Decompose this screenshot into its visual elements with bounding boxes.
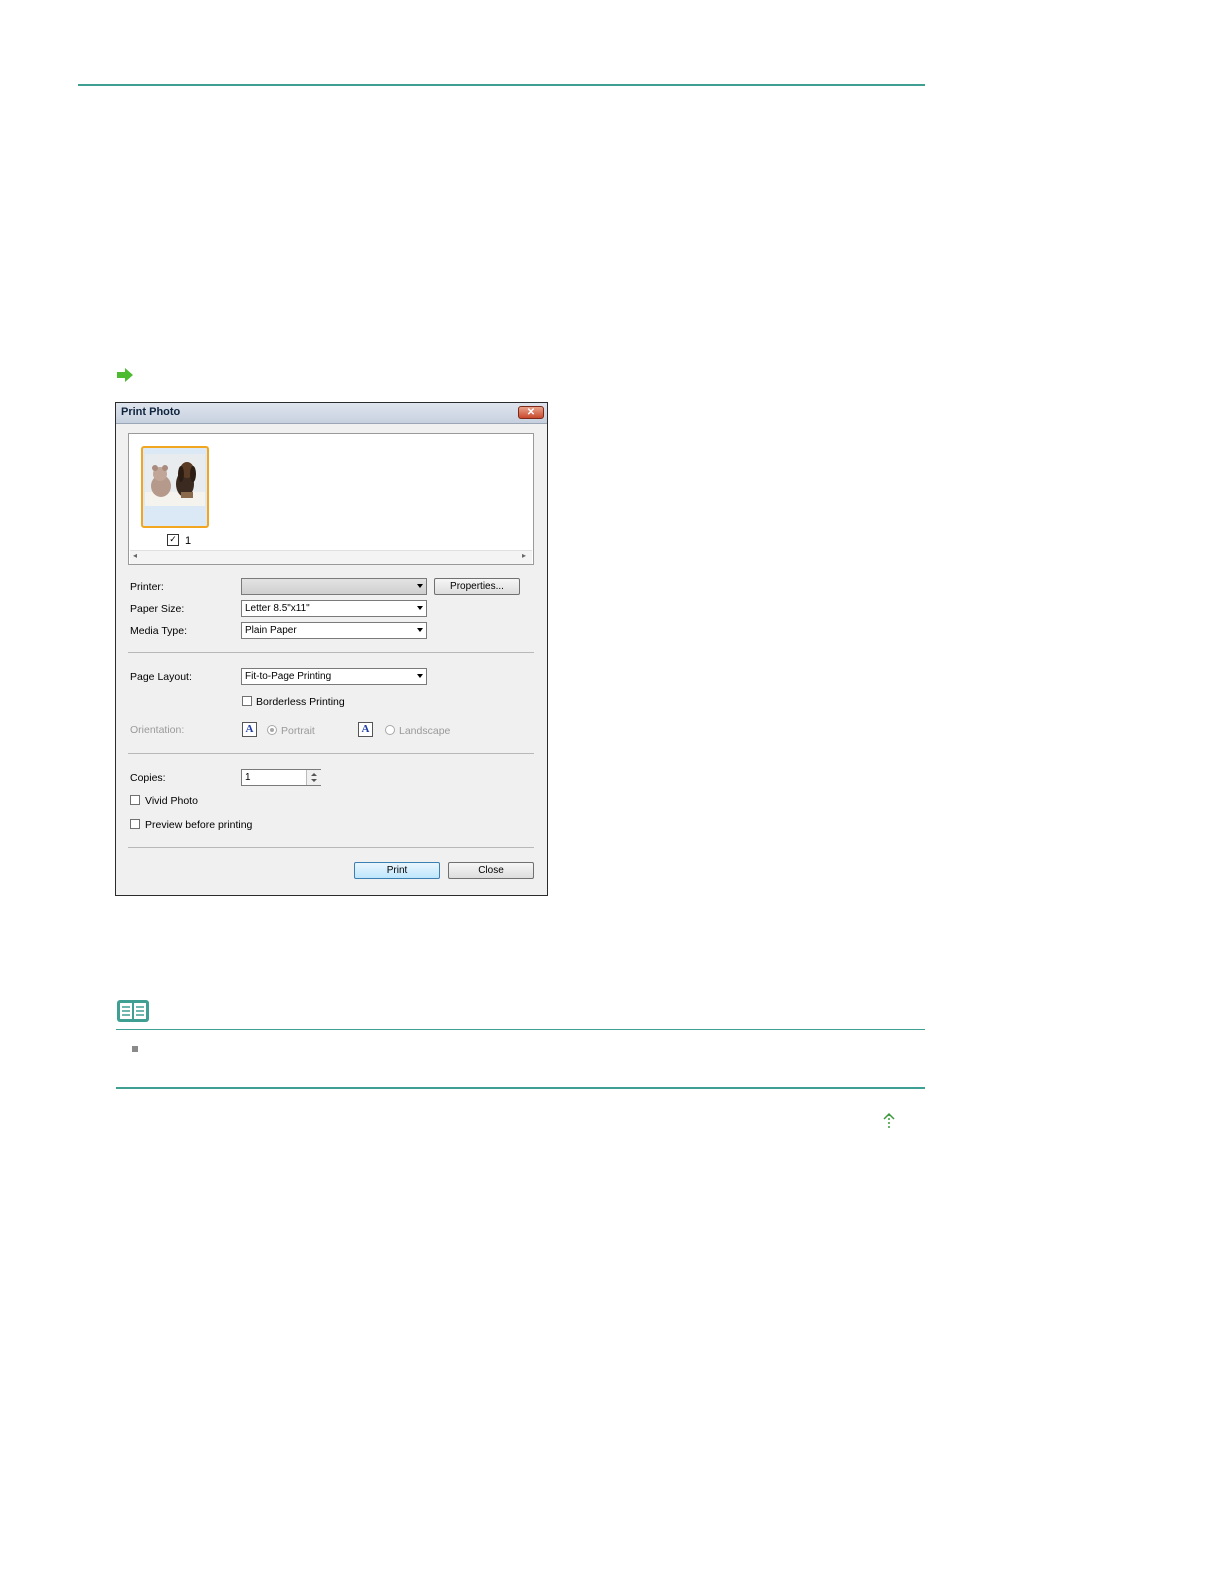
separator xyxy=(128,847,534,848)
copies-value: 1 xyxy=(245,772,251,783)
portrait-orientation-icon: A xyxy=(242,722,257,737)
thumbnail-number: 1 xyxy=(185,535,192,547)
paper-size-select[interactable]: Letter 8.5"x11" xyxy=(241,600,427,617)
note-bullet xyxy=(132,1046,138,1052)
orientation-label: Orientation: xyxy=(130,724,185,736)
paper-size-value: Letter 8.5"x11" xyxy=(245,603,310,614)
landscape-label: Landscape xyxy=(399,725,451,737)
note-book-icon xyxy=(117,1000,149,1022)
chevron-down-icon xyxy=(417,628,423,632)
photo-thumbnail[interactable] xyxy=(141,446,209,528)
spin-buttons[interactable] xyxy=(306,770,321,785)
separator xyxy=(128,753,534,754)
landscape-orientation-icon: A xyxy=(358,722,373,737)
photo-image xyxy=(145,454,205,506)
borderless-printing-label: Borderless Printing xyxy=(256,696,345,708)
media-type-select[interactable]: Plain Paper xyxy=(241,622,427,639)
media-type-label: Media Type: xyxy=(130,625,188,637)
dialog-titlebar: Print Photo ✕ xyxy=(116,403,547,424)
portrait-radio[interactable] xyxy=(267,725,277,735)
print-photo-dialog: Print Photo ✕ ✓ 1 ◂ ▸ Printer: Propertie… xyxy=(115,402,548,896)
borderless-printing-checkbox[interactable] xyxy=(242,696,252,706)
top-divider xyxy=(78,84,925,86)
vivid-photo-checkbox[interactable] xyxy=(130,795,140,805)
chevron-down-icon xyxy=(417,674,423,678)
printer-select[interactable] xyxy=(241,578,427,595)
copies-stepper[interactable]: 1 xyxy=(241,769,321,786)
printer-label: Printer: xyxy=(130,581,164,593)
note-divider-top xyxy=(116,1029,925,1030)
thumbnail-checkbox[interactable]: ✓ xyxy=(167,534,179,546)
vivid-photo-label: Vivid Photo xyxy=(145,795,198,807)
radio-selected-dot xyxy=(270,728,274,732)
close-window-button[interactable]: ✕ xyxy=(518,406,544,419)
properties-button[interactable]: Properties... xyxy=(434,578,520,595)
thumbnail-panel: ✓ 1 ◂ ▸ xyxy=(128,433,534,565)
chevron-down-icon xyxy=(417,606,423,610)
portrait-label: Portrait xyxy=(281,725,315,737)
copies-label: Copies: xyxy=(130,772,166,784)
note-divider-bottom xyxy=(116,1087,925,1089)
print-button[interactable]: Print xyxy=(354,862,440,879)
chevron-down-icon xyxy=(417,584,423,588)
scroll-right-icon[interactable]: ▸ xyxy=(522,551,526,560)
paper-size-label: Paper Size: xyxy=(130,603,185,615)
dialog-title: Print Photo xyxy=(121,406,181,418)
page-layout-label: Page Layout: xyxy=(130,671,192,683)
separator xyxy=(128,652,534,653)
preview-before-printing-label: Preview before printing xyxy=(145,819,253,831)
horizontal-scrollbar[interactable]: ◂ ▸ xyxy=(130,550,532,564)
preview-before-printing-checkbox[interactable] xyxy=(130,819,140,829)
up-down-arrows-icon xyxy=(311,773,317,782)
landscape-radio[interactable] xyxy=(385,725,395,735)
arrow-right-icon xyxy=(117,368,133,382)
page-layout-value: Fit-to-Page Printing xyxy=(245,671,332,682)
page-layout-select[interactable]: Fit-to-Page Printing xyxy=(241,668,427,685)
close-button[interactable]: Close xyxy=(448,862,534,879)
media-type-value: Plain Paper xyxy=(245,625,297,636)
scroll-left-icon[interactable]: ◂ xyxy=(133,551,137,560)
page-top-arrow-icon[interactable] xyxy=(882,1112,896,1130)
